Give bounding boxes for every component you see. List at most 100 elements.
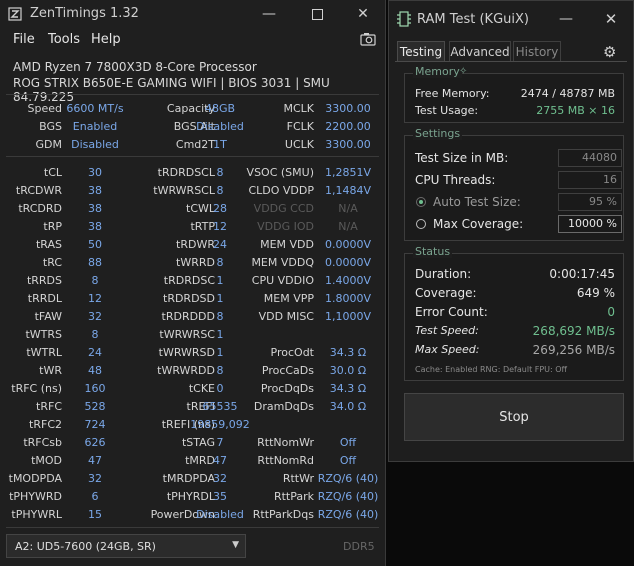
mem-vpp-label: MEM VPP [263,292,314,305]
twtrl-label: tWTRL [26,346,62,359]
settings-group: Settings Test Size in MB: 44080 CPU Thre… [404,127,624,241]
tab-advanced[interactable]: Advanced [449,41,511,61]
rttpark-label: RttPark [273,490,314,503]
minimize-button[interactable]: — [246,0,292,28]
rttpark-value: RZQ/6 (40) [317,490,379,503]
coverage-value: 649 % [576,286,615,300]
vddg-iod-value: N/A [338,220,358,233]
trrds-label: tRRDS [26,274,62,287]
close-icon: ✕ [604,10,618,28]
test-speed-value: 268,692 MB/s [532,324,615,338]
rttnomrd-label: RttNomRd [257,454,314,467]
rttparkdqs-label: RttParkDqs [252,508,314,521]
divider [6,94,379,95]
vddg-ccd-label: VDDG CCD [253,202,314,215]
mem-vpp-value: 1.8000V [324,292,371,305]
minimize-icon: — [262,6,276,22]
bgs-label: BGS [39,120,62,133]
window-title: ZenTimings 1.32 [30,6,139,21]
mem-vdd-value: 0.0000V [324,238,371,251]
cpu-vddio-label: CPU VDDIO [251,274,314,287]
stop-button-label: Stop [499,409,529,425]
vdd-misc-label: VDD MISC [258,310,314,323]
blank-value [313,328,383,342]
test-size-input[interactable]: 44080 [558,149,622,167]
memory-group-title: Memory [413,65,462,78]
menu-tools[interactable]: Tools [48,32,80,47]
tab-history[interactable]: History [513,41,561,61]
error-count-label: Error Count: [415,305,488,319]
minimize-icon: — [559,11,573,27]
vddg-ccd-value: N/A [338,202,358,215]
blank-value [313,418,383,432]
screenshot-camera-icon[interactable] [360,32,376,50]
rttwr-value: RZQ/6 (40) [317,472,379,485]
dramdqds-value: 34.0 Ω [329,400,367,413]
duration-label: Duration: [415,267,472,281]
test-usage-label: Test Usage: [415,104,479,117]
cpu-threads-input[interactable]: 16 [558,171,622,189]
status-footer: Cache: Enabled RNG: Default FPU: Off [415,365,568,374]
vddg-iod-label: VDDG IOD [257,220,314,233]
ramtest-window: RAM Test (KGuiX) — ✕ Testing Advanced Hi… [388,0,634,462]
menu-bar: File Tools Help [0,32,385,50]
stop-button[interactable]: Stop [404,393,624,441]
test-speed-label: Test Speed: [415,324,479,337]
cldo-vddp-label: CLDO VDDP [248,184,314,197]
tphywrl-label: tPHYWRL [11,508,62,521]
max-speed-label: Max Speed: [415,343,480,356]
trc-label: tRC [42,256,62,269]
maximize-button[interactable] [294,0,340,28]
trfc2-label: tRFC2 [29,418,62,431]
max-coverage-radio[interactable] [416,219,426,229]
proccads-value: 30.0 Ω [329,364,367,377]
auto-test-size-radio[interactable] [416,197,426,207]
fclk-value: 2200.00 [325,120,371,133]
trfc-label: tRFC [36,400,62,413]
procodt-value: 34.3 Ω [329,346,367,359]
tphywrd-label: tPHYWRD [9,490,62,503]
sparkle-icon: ✧ [459,66,468,77]
ram-chip-icon [397,11,411,31]
mem-vddq-value: 0.0000V [324,256,371,269]
free-memory-value: 2474 / 48787 MB [520,87,615,100]
tfaw-label: tFAW [34,310,62,323]
divider [6,527,379,528]
close-button[interactable]: ✕ [588,5,634,33]
test-usage-value: 2755 MB × 16 [536,104,615,117]
max-coverage-input[interactable]: 10000 % [558,215,622,233]
minimize-button[interactable]: — [543,5,589,33]
fclk-label: FCLK [286,120,314,133]
zentimings-titlebar: ZenTimings 1.32 — ✕ [0,0,385,28]
memory-group: Memory ✧ Free Memory: 2474 / 48787 MB Te… [404,65,624,123]
procodt-label: ProcOdt [270,346,314,359]
close-button[interactable]: ✕ [340,0,386,28]
tab-testing[interactable]: Testing [397,41,445,61]
settings-gear-icon[interactable]: ⚙ [603,43,616,61]
free-memory-label: Free Memory: [415,87,490,100]
auto-test-size-input[interactable]: 95 % [558,193,622,211]
menu-help[interactable]: Help [91,32,121,47]
uclk-value: 3300.00 [325,138,371,151]
trcdwr-label: tRCDWR [15,184,62,197]
memory-module-select[interactable]: A2: UD5-7600 (24GB, SR) ▼ [6,534,246,558]
tras-label: tRAS [35,238,62,251]
cpu-threads-label: CPU Threads: [415,173,496,187]
max-coverage-label: Max Coverage: [433,217,524,231]
tab-divider [395,61,627,62]
auto-test-size-label: Auto Test Size: [433,195,521,209]
menu-file[interactable]: File [13,32,35,47]
tmodpda-label: tMODPDA [8,472,62,485]
blank-label [174,418,314,432]
mem-vddq-label: MEM VDDQ [251,256,314,269]
rttparkdqs-value: RZQ/6 (40) [317,508,379,521]
rttwr-label: RttWr [282,472,314,485]
test-size-label: Test Size in MB: [415,151,509,165]
vdd-misc-value: 1,1000V [324,310,371,323]
radio-dot [419,200,423,204]
cpu-name: AMD Ryzen 7 7800X3D 8-Core Processor [13,60,257,74]
rttnomwr-value: Off [339,436,357,449]
chevron-down-icon: ▼ [232,540,239,550]
tmod-label: tMOD [31,454,62,467]
mclk-label: MCLK [283,102,314,115]
